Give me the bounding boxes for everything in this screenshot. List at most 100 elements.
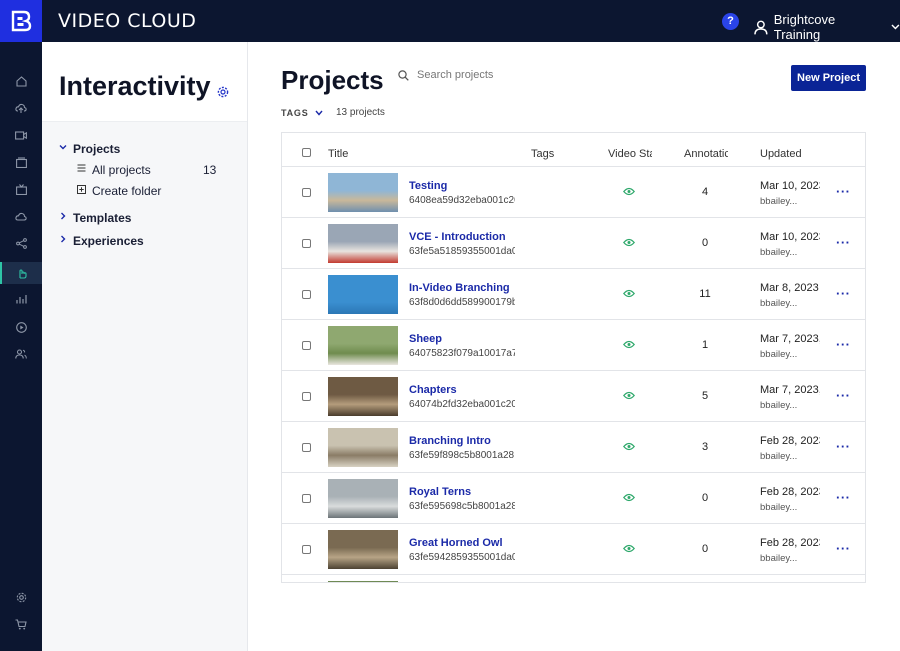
eye-icon	[623, 187, 635, 196]
share-icon[interactable]	[0, 233, 42, 253]
tree-item-experiences[interactable]: Experiences	[42, 230, 247, 251]
project-count: 13 projects	[336, 107, 385, 118]
search-input[interactable]	[417, 69, 617, 81]
user-menu[interactable]: Brightcove Training	[754, 12, 900, 42]
updated-by: bbailey...	[760, 298, 798, 309]
project-name-link[interactable]: Testing	[409, 180, 447, 192]
eye-icon	[623, 340, 635, 349]
more-actions-button[interactable]: ···	[836, 541, 851, 556]
interactivity-icon[interactable]	[0, 262, 42, 284]
table-row[interactable]: In-Video Branching 63f8d0d6dd589900179b 11…	[282, 269, 865, 320]
annotation-count: 0	[701, 543, 709, 555]
table-row[interactable]: Testing 6408ea59d32eba001c20 4 Mar 10, 2023…	[282, 167, 865, 218]
updated-by: bbailey...	[760, 247, 798, 258]
players-icon[interactable]	[0, 317, 42, 337]
project-name-link[interactable]: Great Horned Owl	[409, 537, 503, 549]
updated-by: bbailey...	[760, 502, 798, 513]
search-box[interactable]	[398, 69, 617, 81]
table-row[interactable]: Great Horned Owl 63fe5942859355001da0 0 Feb…	[282, 524, 865, 575]
table-row[interactable]: Sheep 64075823f079a10017a7 1 Mar 7, 2023, bb…	[282, 320, 865, 371]
more-actions-button[interactable]: ···	[836, 286, 851, 301]
brightcove-logo-icon[interactable]	[0, 0, 42, 42]
column-header-video-status[interactable]: Video Sta	[608, 148, 652, 160]
row-checkbox[interactable]	[302, 290, 311, 299]
user-name: Brightcove Training	[773, 12, 836, 42]
analytics-icon[interactable]	[0, 289, 42, 309]
project-name-link[interactable]: In-Video Branching	[409, 282, 510, 294]
project-name-link[interactable]: VCE - Introduction	[409, 231, 506, 243]
tree-label-templates: Templates	[73, 210, 132, 225]
video-thumbnail	[328, 581, 398, 582]
settings-icon[interactable]	[0, 587, 42, 607]
sidebar-header: Interactivity	[42, 42, 247, 122]
project-name-link[interactable]: Chapters	[409, 384, 457, 396]
sidebar-title: Interactivity	[59, 71, 211, 101]
video-thumbnail[interactable]	[328, 275, 398, 314]
more-actions-button[interactable]: ···	[836, 439, 851, 454]
video-thumbnail[interactable]	[328, 224, 398, 263]
chevron-down-icon	[891, 24, 900, 30]
top-bar: VIDEO CLOUD ? Brightcove Training	[0, 0, 900, 42]
upload-icon[interactable]	[0, 98, 42, 118]
updated-by: bbailey...	[760, 400, 798, 411]
cloud-icon[interactable]	[0, 206, 42, 226]
help-button[interactable]: ?	[722, 13, 739, 30]
page-title: Projects	[281, 65, 384, 95]
search-icon	[398, 69, 409, 81]
row-checkbox[interactable]	[302, 494, 311, 503]
table-row[interactable]: Branching Intro 63fe59f898c5b8001a28 3 Feb …	[282, 422, 865, 473]
video-thumbnail[interactable]	[328, 428, 398, 467]
table-row[interactable]: Royal Terns 63fe595698c5b8001a28 0 Feb 28, …	[282, 473, 865, 524]
row-checkbox[interactable]	[302, 188, 311, 197]
row-checkbox[interactable]	[302, 341, 311, 350]
row-checkbox[interactable]	[302, 545, 311, 554]
video-thumbnail[interactable]	[328, 377, 398, 416]
column-header-updated[interactable]: Updated	[760, 148, 802, 160]
video-thumbnail[interactable]	[328, 479, 398, 518]
media-library-icon[interactable]	[0, 152, 42, 172]
video-thumbnail[interactable]	[328, 326, 398, 365]
cart-icon[interactable]	[0, 614, 42, 634]
more-actions-button[interactable]: ···	[836, 235, 851, 250]
tree-item-all-projects[interactable]: All projects 13	[42, 159, 247, 180]
column-header-tags[interactable]: Tags	[531, 148, 554, 160]
row-checkbox[interactable]	[302, 392, 311, 401]
tags-filter[interactable]: TAGS	[281, 108, 323, 118]
video-thumbnail[interactable]	[328, 530, 398, 569]
column-header-annotations[interactable]: Annotatic	[684, 148, 728, 160]
gear-icon[interactable]	[217, 86, 229, 98]
table-row[interactable]: Chapters 64074b2fd32eba001c20 5 Mar 7, 2023…	[282, 371, 865, 422]
more-actions-button[interactable]: ···	[836, 388, 851, 403]
table-header: Title Tags Video Sta Annotatic Updated	[282, 133, 865, 167]
eye-icon	[623, 289, 635, 298]
updated-date: Feb 28, 2023	[760, 435, 820, 447]
eye-icon	[623, 391, 635, 400]
project-name-link[interactable]: Sheep	[409, 333, 442, 345]
project-name-link[interactable]: Royal Terns	[409, 486, 471, 498]
row-checkbox[interactable]	[302, 443, 311, 452]
project-id: 6408ea59d32eba001c20	[409, 195, 515, 206]
tree-label-experiences: Experiences	[73, 233, 144, 248]
interactivity-sidebar: Interactivity Projects All projects 13 C…	[42, 42, 248, 651]
live-tv-icon[interactable]	[0, 179, 42, 199]
project-name-link[interactable]: Branching Intro	[409, 435, 491, 447]
project-id: 64075823f079a10017a7	[409, 348, 515, 359]
tree-item-templates[interactable]: Templates	[42, 207, 247, 228]
table-row[interactable]: VCE - Introduction 63fe5a51859355001da0 0 M…	[282, 218, 865, 269]
column-header-title[interactable]: Title	[328, 148, 348, 160]
all-projects-count: 13	[203, 162, 217, 177]
tree-item-projects[interactable]: Projects	[42, 138, 247, 159]
row-checkbox[interactable]	[302, 239, 311, 248]
more-actions-button[interactable]: ···	[836, 337, 851, 352]
video-camera-icon[interactable]	[0, 125, 42, 145]
updated-by: bbailey...	[760, 196, 798, 207]
more-actions-button[interactable]: ···	[836, 490, 851, 505]
tree-item-create-folder[interactable]: Create folder	[42, 180, 247, 201]
users-icon[interactable]	[0, 344, 42, 364]
new-project-button[interactable]: New Project	[791, 65, 866, 91]
video-thumbnail[interactable]	[328, 173, 398, 212]
table-row[interactable]	[282, 575, 865, 582]
select-all-checkbox[interactable]	[302, 148, 311, 157]
more-actions-button[interactable]: ···	[836, 184, 851, 199]
home-icon[interactable]	[0, 71, 42, 91]
